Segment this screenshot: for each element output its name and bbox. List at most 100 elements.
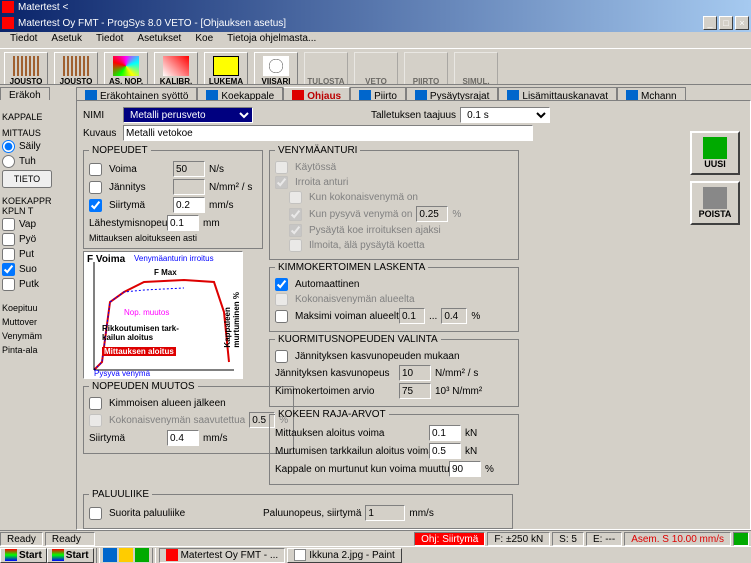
jannitys-check[interactable] (89, 181, 102, 194)
lahestymis-input[interactable] (167, 215, 199, 231)
status-f: F: ±250 kN (487, 532, 550, 546)
task-label-1: Matertest Oy FMT - ... (181, 550, 279, 561)
maximize-button[interactable]: □ (719, 16, 733, 30)
jannitys-input[interactable] (173, 179, 205, 195)
close-button[interactable]: × (735, 16, 749, 30)
paint-icon (294, 549, 306, 561)
rajaaloitus-unit: kN (465, 428, 477, 439)
jannkasv-check[interactable] (275, 350, 288, 363)
pyo-check[interactable] (2, 233, 15, 246)
status-e: E: --- (586, 532, 622, 546)
taskbar-sep2 (152, 548, 156, 563)
mittaus-header: MITTAUS (2, 128, 74, 138)
tuh-radio[interactable] (2, 155, 15, 168)
chart-nop: Nop. muutos (124, 308, 169, 317)
saily-label: Säily (19, 141, 41, 152)
kuormitus-fieldset: KUORMITUSNOPEUDEN VALINTA Jännityksen ka… (269, 334, 519, 407)
venyma-unit: % (452, 209, 461, 220)
menu-koe[interactable]: Koe (189, 32, 219, 48)
nimi-label: NIMI (83, 110, 119, 121)
talletuk-select[interactable]: 0.1 s (460, 107, 550, 123)
saily-radio[interactable] (2, 140, 15, 153)
putk-check[interactable] (2, 278, 15, 291)
uusi-button[interactable]: UUSI (690, 131, 740, 175)
arvio-unit: 10³ N/mm² (435, 386, 482, 397)
task-matertest[interactable]: Matertest Oy FMT - ... (159, 548, 286, 563)
kimm-check[interactable] (89, 397, 102, 410)
kimmo-v2 (441, 308, 467, 324)
tuh-label: Tuh (19, 156, 36, 167)
murt-label: Murtumisen tarkkailun aloitus voima (275, 446, 425, 457)
menu-tiedot[interactable]: Tiedot (4, 32, 43, 48)
new-icon (703, 137, 727, 159)
chart-yaxis: Kappaleen murtuminen % (223, 292, 241, 348)
irroita-check (275, 176, 288, 189)
suo-check[interactable] (2, 263, 15, 276)
start-label: Start (19, 550, 42, 561)
menu-asetukset[interactable]: Asetukset (131, 32, 187, 48)
auto-label: Automaattinen (295, 279, 360, 290)
poista-label: POISTA (699, 209, 732, 219)
murt-input[interactable] (429, 443, 461, 459)
outer-menubar: Tiedot Asetuk Tiedot Asetukset Koe Tieto… (0, 32, 751, 48)
siirtyma-check[interactable] (89, 199, 102, 212)
kuormitus-legend: KUORMITUSNOPEUDEN VALINTA (275, 334, 441, 345)
menu-tietoja[interactable]: Tietoja ohjelmasta... (221, 32, 322, 48)
rajaaloitus-label: Mittauksen aloitus voima (275, 428, 425, 439)
minimize-button[interactable]: _ (703, 16, 717, 30)
quick-oe-icon[interactable] (119, 548, 133, 562)
aloitus-label: Mittauksen aloitukseen asti (89, 233, 257, 243)
put-check[interactable] (2, 248, 15, 261)
kappalemurt-input[interactable] (449, 461, 481, 477)
menu-asetuk[interactable]: Asetuk (45, 32, 88, 48)
left-panel: KAPPALE MITTAUS Säily Tuh TIETO KOEKAPPR… (0, 100, 76, 357)
voima-check[interactable] (89, 163, 102, 176)
menu-tiedot2[interactable]: Tiedot (90, 32, 129, 48)
quick-desktop-icon[interactable] (135, 548, 149, 562)
koekappr-label: KOEKAPPR (2, 196, 74, 206)
nopeudet-legend: NOPEUDET (89, 145, 151, 156)
raja-legend: KOKEEN RAJA-ARVOT (275, 409, 389, 420)
paluu-legend: PALUULIIKE (89, 489, 152, 500)
maksimi-check[interactable] (275, 310, 288, 323)
suorita-check[interactable] (89, 507, 102, 520)
outer-titlebar: Matertest < (0, 0, 751, 14)
kasvu-label: Jännityksen kasvunopeus (275, 368, 395, 379)
paluunop-unit: mm/s (409, 508, 433, 519)
voima-input[interactable] (173, 161, 205, 177)
task-paint[interactable]: Ikkuna 2.jpg - Paint (287, 548, 402, 563)
start-button-2[interactable]: Start (47, 548, 94, 563)
k1-label: Kun kokonaisvenymä on (309, 192, 418, 203)
nimi-select[interactable]: Metalli perusveto (123, 107, 253, 123)
auto-check[interactable] (275, 278, 288, 291)
lahestymis-unit: mm (203, 218, 220, 229)
k3-label: Pysäytä koe irroituksen ajaksi (309, 225, 441, 236)
siirtmuutos-unit: mm/s (203, 433, 227, 444)
kappalemurt-unit: % (485, 464, 494, 475)
doc-icon (2, 17, 14, 29)
k2-check (289, 208, 302, 221)
jannitys-label: Jännitys (109, 182, 169, 193)
jannkasv-label: Jännityksen kasvunopeuden mukaan (295, 351, 460, 362)
taskbar: Start Start Matertest Oy FMT - ... Ikkun… (0, 546, 751, 563)
kimmo-fieldset: KIMMOKERTOIMEN LASKENTA Automaattinen Ko… (269, 262, 519, 332)
quick-ie-icon[interactable] (103, 548, 117, 562)
status-green-icon (733, 532, 749, 546)
paluunop-input (365, 505, 405, 521)
nopmuutos-legend: NOPEUDEN MUUTOS (89, 381, 198, 392)
kappalemurt-label: Kappale on murtunut kun voima muuttuu (275, 464, 445, 475)
tieto-button[interactable]: TIETO (2, 170, 52, 188)
poista-button[interactable]: POISTA (690, 181, 740, 225)
kuvaus-input[interactable] (123, 125, 533, 141)
vap-check[interactable] (2, 218, 15, 231)
status-ready2: Ready (45, 532, 95, 546)
siirtmuutos-input[interactable] (167, 430, 199, 446)
rajaaloitus-input[interactable] (429, 425, 461, 441)
start-button[interactable]: Start (0, 548, 47, 563)
kaytossa-check (275, 161, 288, 174)
siirtyma-input[interactable] (173, 197, 205, 213)
paluunop-label: Paluunopeus, siirtymä (263, 508, 361, 519)
lahestymis-label: Lähestymisnopeus (89, 218, 163, 229)
venyma-legend: VENYMÄANTURI (275, 145, 360, 156)
kokoalue-label: Kokonaisvenymän alueelta (295, 294, 415, 305)
